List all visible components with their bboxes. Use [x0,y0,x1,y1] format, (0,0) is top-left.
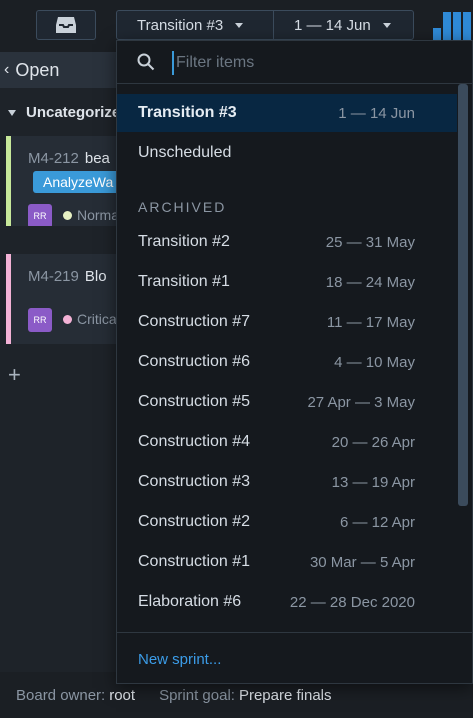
collapse-triangle-icon [8,109,16,116]
sprint-option[interactable]: Elaboration #6 22 — 28 Dec 2020 [117,583,457,621]
priority-dot-icon [63,210,72,220]
sprint-option[interactable]: Construction #2 6 — 12 Apr [117,503,457,541]
archived-section-title: ARCHIVED [138,199,227,215]
sprint-dates: 18 — 24 May [325,273,415,291]
component-tag[interactable]: AnalyzeWa [33,171,121,193]
goal-value[interactable]: Prepare finals [239,687,332,704]
group-header[interactable]: Uncategorized [8,104,129,121]
issue-id: M4-219 [28,268,79,285]
avatar[interactable]: RR [28,204,52,226]
filter-row [117,41,472,84]
filter-input[interactable] [172,51,452,75]
add-card-icon[interactable]: + [8,362,21,388]
sprint-dropdown: Transition #3 1 — 14 Jun Unscheduled ARC… [116,40,473,684]
sprint-name: Construction #1 [138,553,251,570]
issue-title: bea [84,150,110,167]
priority-dot-icon [63,314,72,324]
bar [443,12,451,40]
sprint-option[interactable]: Construction #6 4 — 10 May [117,343,457,381]
priority[interactable]: Critica [63,311,117,327]
chevron-down-icon [235,22,244,28]
sprint-dates: 22 — 28 Dec 2020 [289,593,415,611]
sprint-option[interactable]: Construction #5 27 Apr — 3 May [117,383,457,421]
burndown-chart-icon[interactable] [433,12,473,40]
issue-title: Blo [84,268,107,285]
priority-label: Norma [77,207,120,223]
avatar[interactable]: RR [28,308,52,332]
issue-card[interactable]: M4-212 bea AnalyzeWa RR Norma [6,136,121,226]
sprint-dates: 6 — 12 Apr [339,513,415,531]
owner-value[interactable]: root [109,687,135,704]
sprint-dates: 30 Mar — 5 Apr [309,553,415,571]
sprint-option[interactable]: Transition #2 25 — 31 May [117,223,457,261]
priority[interactable]: Norma [63,207,119,223]
sprint-name: Transition #3 [138,104,237,121]
sprint-name: Transition #2 [138,233,230,250]
sprint-dates: 20 — 26 Apr [331,433,415,451]
sprint-option[interactable]: Construction #1 30 Mar — 5 Apr [117,543,457,581]
sprint-dates: 4 — 10 May [334,353,415,371]
sprint-dates: 13 — 19 Apr [331,473,415,491]
sprint-name: Unscheduled [138,144,232,161]
sprint-option[interactable]: Transition #1 18 — 24 May [117,263,457,301]
sprint-name: Construction #7 [138,313,251,330]
new-sprint-link[interactable]: New sprint... [138,651,221,668]
chevron-down-icon [382,22,391,28]
sprint-dates-button[interactable]: 1 — 14 Jun [273,10,414,40]
sprint-dates: 11 — 17 May [326,313,415,331]
scrollbar[interactable] [458,84,468,506]
owner-label: Board owner: [16,686,106,704]
sprint-dates: 1 — 14 Jun [338,104,415,122]
avatar-initials: RR [33,211,47,221]
issue-key: M4-219 Blo [28,268,107,285]
bar [463,12,471,40]
sprint-option[interactable]: Construction #3 13 — 19 Apr [117,463,457,501]
bar [453,12,461,40]
sprint-name: Elaboration #6 [138,593,242,610]
sprint-name: Construction #2 [138,513,251,530]
issue-card[interactable]: M4-219 Blo RR Critica [6,254,121,344]
dropdown-footer: New sprint... [117,632,472,685]
inbox-icon [56,17,76,33]
sprint-option-unscheduled[interactable]: Unscheduled [117,134,457,172]
avatar-initials: RR [33,315,47,325]
inbox-button[interactable] [36,10,96,40]
chevron-left-icon: ‹ [4,61,10,78]
goal-label: Sprint goal: [159,686,235,704]
bar [433,28,441,40]
sprint-option-current[interactable]: Transition #3 1 — 14 Jun [117,94,457,132]
sprint-dates: 27 Apr — 3 May [307,393,415,411]
sprint-name: Construction #6 [138,353,251,370]
sprint-dates-label: 1 — 14 Jun [294,16,371,34]
sprint-name: Construction #4 [138,433,251,450]
sprint-dates: 25 — 31 May [325,233,415,251]
sprint-option[interactable]: Construction #4 20 — 26 Apr [117,423,457,461]
sprint-selector-button[interactable]: Transition #3 [116,10,274,40]
priority-label: Critica [77,311,117,327]
column-title: Open [15,59,60,80]
issue-id: M4-212 [28,150,79,167]
sprint-option[interactable]: Construction #7 11 — 17 May [117,303,457,341]
sprint-name: Transition #1 [138,273,230,290]
sprint-selector-label: Transition #3 [137,16,224,34]
sprint-name: Construction #5 [138,393,251,410]
search-icon [137,53,155,71]
issue-key: M4-212 bea [28,150,110,167]
sprint-name: Construction #3 [138,473,251,490]
group-title: Uncategorized [26,104,130,121]
sprint-list: Transition #3 1 — 14 Jun Unscheduled ARC… [117,94,457,632]
